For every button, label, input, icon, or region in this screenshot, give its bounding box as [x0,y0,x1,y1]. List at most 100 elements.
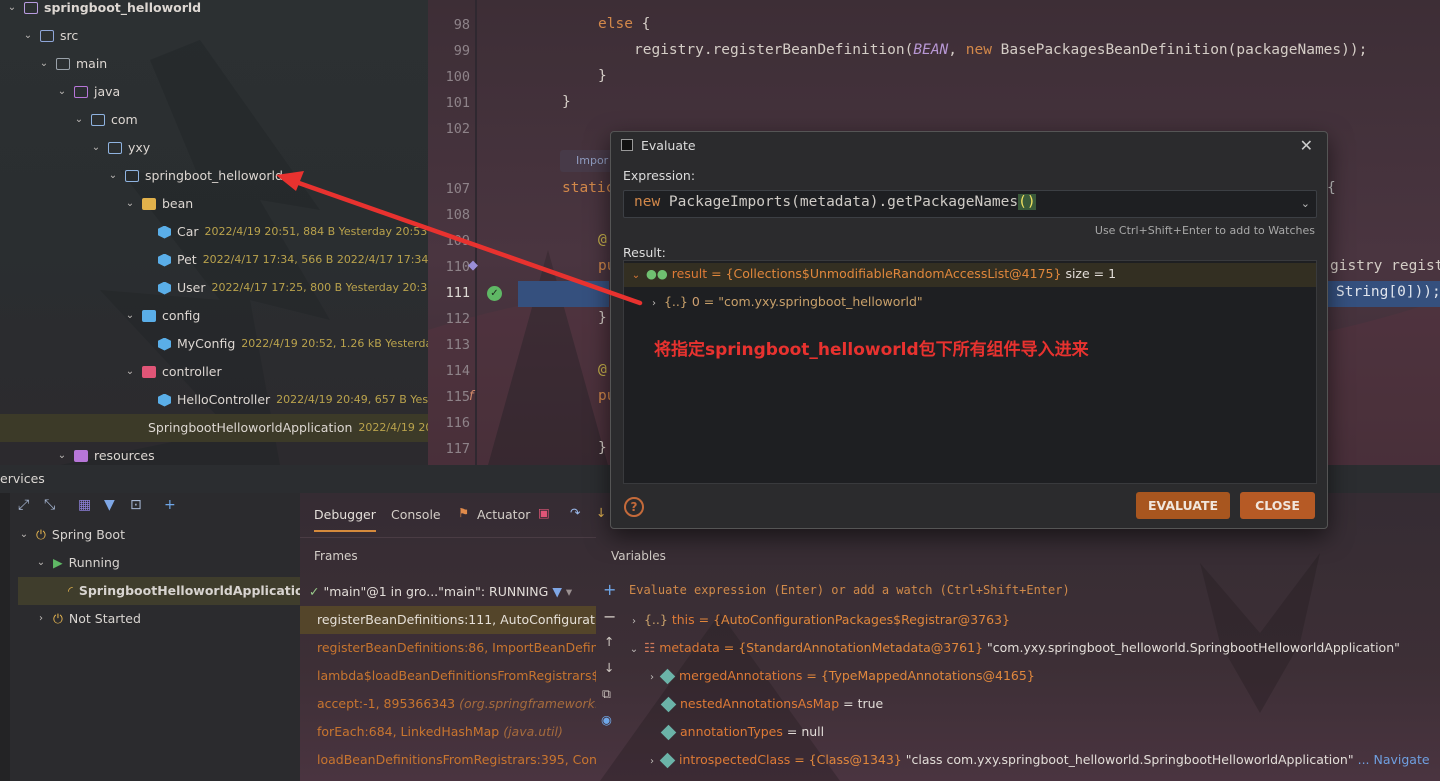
tree-root[interactable]: ⌄ springboot_helloworld [6,0,201,22]
chevron-right-icon[interactable]: › [648,291,660,317]
chevron-down-icon[interactable]: ⌄ [56,78,68,106]
code-line-107: static [562,180,615,196]
step-over-icon[interactable]: ↷ [570,505,580,520]
remove-watch-icon[interactable]: − [603,607,616,626]
frame-row[interactable]: loadBeanDefinitionsFromRegistrars:395, C… [300,746,596,774]
group-icon[interactable]: ▦ [78,497,91,513]
tab-actuator[interactable]: Actuator [477,507,530,522]
thread-selector[interactable]: ✓ "main"@1 in gro..."main": RUNNING ▼ ▾ [300,578,596,606]
restore-layout-icon[interactable]: ▣ [538,505,550,520]
tree-controller[interactable]: ⌄ controller [124,358,222,386]
chevron-down-icon[interactable]: ⌄ [107,162,119,190]
object-icon: {..} [643,612,668,627]
help-icon[interactable]: ? [624,497,644,517]
lambda-icon[interactable]: f [469,389,474,404]
add-icon[interactable]: + [164,497,176,513]
tree-src[interactable]: ⌄ src [22,22,78,50]
chevron-down-icon[interactable]: ⌄ [35,549,47,577]
expand-all-icon[interactable]: ⤢ [18,497,29,513]
tree-file-pet[interactable]: Pet 2022/4/17 17:34, 566 B 2022/4/17 17:3… [158,246,428,274]
variable-name: 0 [691,294,700,309]
line-number: 102 [445,121,470,137]
check-breakpoint-icon[interactable]: ✓ [487,286,502,301]
dropdown-icon[interactable]: ▾ [566,584,572,599]
tree-file-user[interactable]: User 2022/4/17 17:25, 800 B Yesterday 20:… [158,274,434,302]
frame-row[interactable]: registerBeanDefinitions:86, ImportBeanDe… [300,634,596,662]
filter-icon[interactable]: ▼ [104,497,115,513]
tree-file-myconfig[interactable]: MyConfig 2022/4/19 20:52, 1.26 kB Yesterd… [158,330,449,358]
variable-row[interactable]: ⌄ ☷ metadata = {StandardAnnotationMetada… [628,634,1400,662]
new-service-icon[interactable]: ⊡ [130,497,142,513]
tab-debugger[interactable]: Debugger [314,507,376,532]
result-tree[interactable]: ⌄ ●● result = {Collections$UnmodifiableR… [623,260,1317,484]
variable-row[interactable]: nestedAnnotationsAsMap = true [660,690,883,718]
step-into-icon[interactable]: ↓ [596,505,606,520]
chevron-down-icon[interactable]: ⌄ [18,521,30,549]
chevron-down-icon[interactable]: ⌄ [73,106,85,134]
history-dropdown-icon[interactable]: ⌄ [1301,197,1310,210]
show-watches-icon[interactable]: ◉ [601,712,612,727]
filter-icon[interactable]: ▼ [552,584,562,599]
variable-row[interactable]: › {..} this = {AutoConfigurationPackages… [628,606,1010,634]
chevron-right-icon[interactable]: › [628,608,640,636]
chevron-right-icon[interactable]: › [646,664,658,692]
service-app[interactable]: ◜ SpringbootHelloworldApplication [18,577,313,605]
tree-package[interactable]: ⌄ springboot_helloworld [107,162,283,190]
tree-file-hellocontroller[interactable]: HelloController 2022/4/19 20:49, 657 B Ye… [158,386,450,414]
variable-row[interactable]: › mergedAnnotations = {TypeMappedAnnotat… [646,662,1035,690]
code-line-100: } [598,68,607,84]
add-watch-icon[interactable]: + [603,580,616,599]
collapse-all-icon[interactable]: ⤡ [44,497,55,513]
evaluate-dialog: Evaluate ✕ Expression: new PackageImport… [610,131,1328,529]
chevron-down-icon[interactable]: ⌄ [124,358,136,386]
actuator-icon: ⚑ [458,505,470,520]
variable-row[interactable]: › introspectedClass = {Class@1343} "clas… [646,746,1430,774]
variable-row[interactable]: annotationTypes = null [660,718,824,746]
frame-row[interactable]: lambda$loadBeanDefinitionsFromRegistrars… [300,662,596,690]
close-icon[interactable]: ✕ [1300,136,1313,155]
chevron-right-icon[interactable]: › [35,605,47,633]
close-button[interactable]: CLOSE [1240,492,1315,519]
move-down-icon[interactable]: ↓ [604,660,614,675]
service-not-started[interactable]: › ⏻ Not Started [35,605,141,633]
tree-bean[interactable]: ⌄ bean [124,190,193,218]
result-child-row[interactable]: › {..} 0 = "com.yxy.springboot_helloworl… [648,289,923,315]
code-text: PackageImports(metadata).getPackageNames [660,194,1019,210]
frames-title: Frames [314,549,358,563]
chevron-down-icon[interactable]: ⌄ [630,263,642,289]
duplicate-icon[interactable]: ⧉ [602,686,611,702]
chevron-down-icon[interactable]: ⌄ [22,22,34,50]
tree-java[interactable]: ⌄ java [56,78,120,106]
chevron-down-icon[interactable]: ⌄ [628,636,640,664]
chevron-down-icon[interactable]: ⌄ [90,134,102,162]
frame-row[interactable]: registerBeanDefinitions:111, AutoConfigu… [300,606,596,634]
frame-row[interactable]: accept:-1, 895366343 (org.springframewor… [300,690,596,718]
frame-row[interactable]: forEach:684, LinkedHashMap (java.util) [300,718,596,746]
variable-name: this [671,612,695,627]
tab-console[interactable]: Console [391,507,441,522]
result-row[interactable]: ⌄ ●● result = {Collections$UnmodifiableR… [630,261,1116,287]
chevron-right-icon[interactable]: › [646,748,658,776]
tree-yxy[interactable]: ⌄ yxy [90,134,150,162]
tree-file-application[interactable]: SpringbootHelloworldApplication 2022/4/19… [0,414,432,442]
service-spring-boot[interactable]: ⌄ ⏻ Spring Boot [18,521,125,549]
chevron-down-icon[interactable]: ⌄ [124,190,136,218]
tree-config[interactable]: ⌄ config [124,302,200,330]
expression-input[interactable]: new PackageImports(metadata).getPackageN… [623,190,1317,218]
code-text: gistry regist [1330,258,1440,274]
chevron-down-icon[interactable]: ⌄ [6,0,18,22]
chevron-down-icon[interactable]: ⌄ [38,50,50,78]
line-number: 112 [445,311,470,327]
service-running[interactable]: ⌄ ▶ Running [35,549,120,577]
tree-file-car[interactable]: Car 2022/4/19 20:51, 884 B Yesterday 20:5… [158,218,427,246]
navigate-link[interactable]: ... Navigate [1358,752,1430,767]
move-up-icon[interactable]: ↑ [604,634,614,649]
chevron-down-icon[interactable]: ⌄ [124,302,136,330]
tree-main[interactable]: ⌄ main [38,50,107,78]
implementation-icon[interactable]: ◆ [468,258,478,273]
evaluate-button[interactable]: EVALUATE [1136,492,1230,519]
line-number: 98 [453,17,470,33]
variable-value: = {AutoConfigurationPackages$Registrar@3… [698,612,1010,627]
evaluate-input[interactable]: Evaluate expression (Enter) or add a wat… [629,583,1070,597]
tree-com[interactable]: ⌄ com [73,106,138,134]
